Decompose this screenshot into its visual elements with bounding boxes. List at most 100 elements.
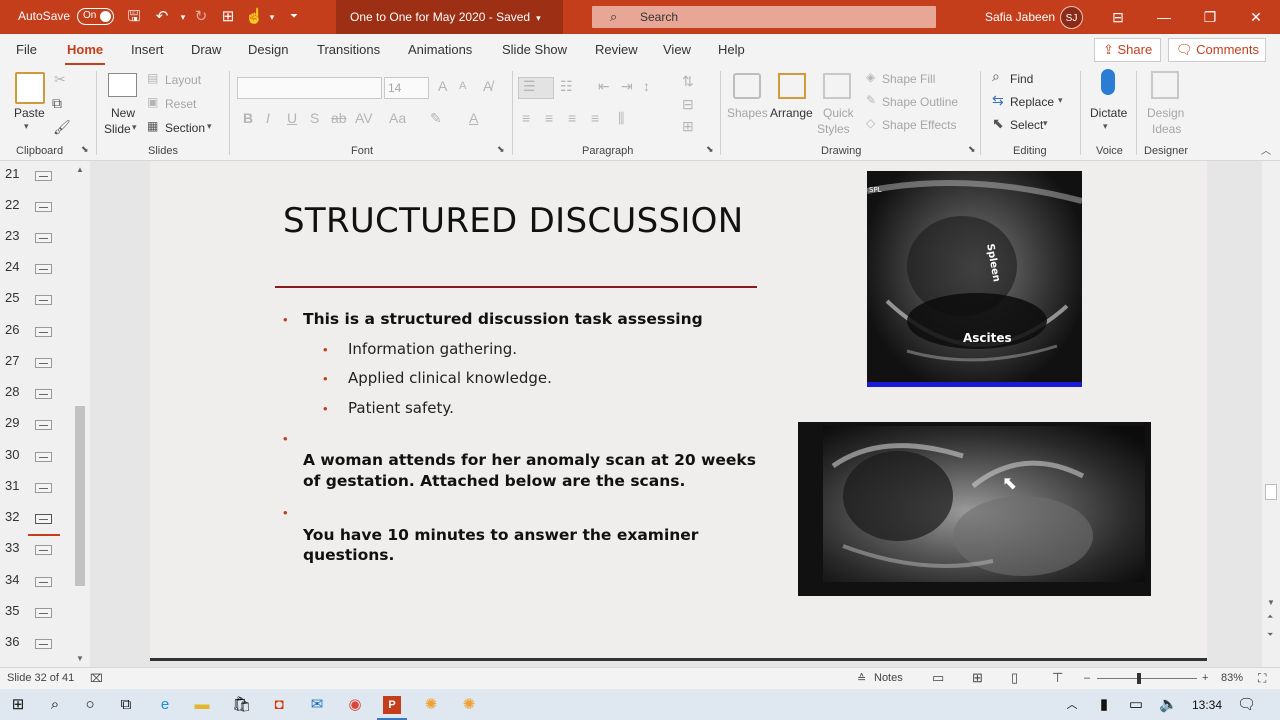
layout-label[interactable]: Layout	[165, 73, 201, 87]
volume-icon[interactable]: 🔈	[1159, 696, 1178, 714]
change-case-icon[interactable]: Aa	[389, 110, 406, 126]
select-icon[interactable]: ⬉	[992, 115, 1004, 132]
new-slide-icon[interactable]	[108, 73, 137, 97]
redo-icon[interactable]: ↻	[192, 8, 210, 26]
font-size-combo[interactable]: 14	[384, 77, 429, 99]
network-icon[interactable]: ▭	[1127, 696, 1145, 714]
sub-bullet-text[interactable]: Information gathering.	[348, 340, 517, 358]
shape-effects-icon[interactable]: ◇	[866, 116, 875, 130]
undo-icon[interactable]: ↶	[153, 8, 171, 26]
smartart-icon[interactable]: ⊞	[682, 118, 694, 135]
shape-outline-icon[interactable]: ✎	[866, 93, 876, 107]
slide-thumbnail-active[interactable]: 32	[0, 509, 70, 529]
slide-show-icon[interactable]: ⊤	[1052, 670, 1063, 686]
comments-button[interactable]: 🗨 Comments	[1168, 38, 1266, 62]
tab-file[interactable]: File	[16, 42, 37, 57]
slide-thumbnail[interactable]: 35	[0, 603, 70, 623]
tab-transitions[interactable]: Transitions	[317, 42, 380, 57]
tab-insert[interactable]: Insert	[131, 42, 164, 57]
justify-icon[interactable]: ≡	[591, 110, 599, 126]
shape-effects-label[interactable]: Shape Effects	[882, 118, 957, 132]
cortana-icon[interactable]: ○	[81, 696, 99, 714]
slide-thumbnail[interactable]: 22	[0, 197, 70, 217]
notes-button[interactable]: Notes	[874, 672, 903, 684]
shapes-label[interactable]: Shapes	[727, 106, 768, 120]
ribbon-display-icon[interactable]: ⊟	[1108, 7, 1128, 27]
decrease-indent-icon[interactable]: ⇤	[598, 78, 610, 95]
zoom-level[interactable]: 83%	[1221, 672, 1243, 684]
app-icon[interactable]: ✺	[422, 696, 440, 714]
scrollbar-thumb[interactable]	[75, 406, 85, 586]
shape-fill-icon[interactable]: ◈	[866, 70, 875, 84]
reading-view-icon[interactable]: ▯	[1011, 670, 1018, 686]
touch-dropdown-icon[interactable]: ▾	[263, 8, 281, 26]
grow-font-icon[interactable]: A	[438, 78, 447, 94]
edge-icon[interactable]: e	[156, 696, 174, 714]
slide-thumbnail[interactable]: 23	[0, 228, 70, 248]
clipboard-launcher-icon[interactable]: ⬊	[81, 144, 89, 155]
close-icon[interactable]: ✕	[1246, 7, 1266, 27]
quick-styles-label[interactable]: Quick	[823, 106, 854, 120]
task-view-icon[interactable]: ⧉	[117, 696, 135, 714]
italic-icon[interactable]: I	[266, 110, 270, 126]
new-slide-dropdown-icon[interactable]: ▾	[132, 122, 137, 133]
font-launcher-icon[interactable]: ⬊	[497, 144, 505, 155]
tab-view[interactable]: View	[663, 42, 691, 57]
zoom-slider-thumb[interactable]	[1137, 673, 1141, 684]
shape-fill-label[interactable]: Shape Fill	[882, 72, 935, 86]
increase-indent-icon[interactable]: ⇥	[621, 78, 633, 95]
notifications-icon[interactable]: 🗨	[1237, 696, 1256, 714]
minimize-icon[interactable]: —	[1154, 7, 1174, 27]
chevron-up-icon[interactable]: ︿	[1063, 696, 1081, 714]
collapse-ribbon-icon[interactable]: ︿	[1261, 142, 1271, 157]
slide-thumbnail[interactable]: 29	[0, 415, 70, 435]
highlight-icon[interactable]: ✎	[430, 110, 442, 127]
slide-thumbnail[interactable]: 30	[0, 447, 70, 467]
section-dropdown-icon[interactable]: ▾	[207, 121, 212, 132]
shadow-icon[interactable]: S	[310, 110, 319, 126]
align-right-icon[interactable]: ≡	[568, 110, 576, 126]
underline-icon[interactable]: U	[287, 110, 297, 126]
find-icon[interactable]: ⌕	[992, 68, 1000, 85]
user-name[interactable]: Safia Jabeen	[985, 10, 1055, 24]
zoom-slider[interactable]	[1097, 678, 1197, 679]
new-slide-label[interactable]: New	[111, 106, 135, 120]
bullet-text-line2[interactable]: questions.	[303, 546, 394, 564]
tab-home[interactable]: Home	[64, 42, 106, 66]
paragraph-launcher-icon[interactable]: ⬊	[706, 144, 714, 155]
bold-icon[interactable]: B	[243, 110, 253, 126]
slide-thumbnail[interactable]: 25	[0, 290, 70, 310]
mail-icon[interactable]: ✉	[308, 696, 326, 714]
design-ideas-label-2[interactable]: Ideas	[1152, 122, 1181, 136]
accessibility-icon[interactable]: ⌧	[90, 672, 103, 685]
slide-scrollbar[interactable]: ▼ ⏶ ⏷	[1262, 161, 1280, 667]
format-painter-icon[interactable]: 🖌	[53, 119, 71, 136]
reset-label[interactable]: Reset	[165, 97, 196, 111]
design-ideas-icon[interactable]	[1151, 71, 1179, 99]
quick-styles-icon[interactable]	[823, 73, 851, 99]
slide-thumbnail[interactable]: 24	[0, 259, 70, 279]
notes-icon[interactable]: ≙	[857, 672, 866, 685]
present-icon[interactable]: ⊞	[219, 8, 237, 26]
bullet-text-line2[interactable]: of gestation. Attached below are the sca…	[303, 472, 685, 490]
bullet-text-line1[interactable]: You have 10 minutes to answer the examin…	[303, 526, 698, 544]
store-icon[interactable]: 🛍	[232, 696, 251, 714]
restore-icon[interactable]: ❐	[1200, 7, 1220, 27]
strikethrough-icon[interactable]: ab	[331, 110, 347, 126]
ultrasound-image-spleen-ascites[interactable]: SPL Spleen Ascites	[867, 171, 1082, 387]
slide-thumbnail[interactable]: 21	[0, 166, 70, 186]
scroll-down-icon[interactable]: ▼	[1267, 598, 1275, 607]
copy-icon[interactable]: ⧉	[52, 95, 62, 112]
slide-thumbnail[interactable]: 26	[0, 322, 70, 342]
cut-icon[interactable]: ✂	[54, 71, 66, 88]
section-label[interactable]: Section	[165, 121, 205, 135]
line-spacing-icon[interactable]: ↕	[643, 78, 650, 94]
slide-thumbnail[interactable]: 27	[0, 353, 70, 373]
slide[interactable]: STRUCTURED DISCUSSION • This is a struct…	[150, 161, 1207, 661]
paste-dropdown-icon[interactable]: ▾	[24, 121, 29, 132]
clock[interactable]: 13:34	[1192, 698, 1222, 712]
search-icon[interactable]: ⌕	[46, 696, 64, 714]
file-explorer-icon[interactable]: ▬	[193, 696, 211, 714]
dictate-dropdown-icon[interactable]: ▾	[1103, 121, 1108, 132]
previous-slide-icon[interactable]: ⏶	[1267, 612, 1273, 622]
